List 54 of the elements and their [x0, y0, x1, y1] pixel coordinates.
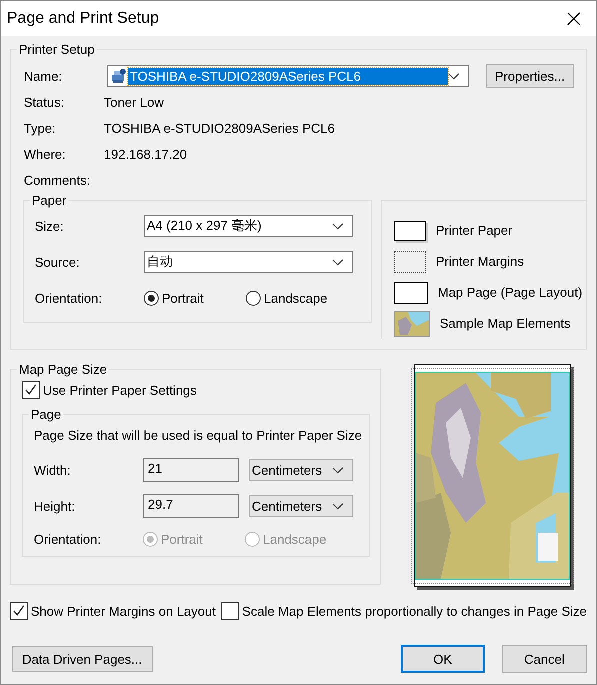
printer-icon — [110, 68, 126, 84]
paper-swatch-icon — [394, 220, 426, 240]
unit-dropdown[interactable]: Centimeters — [249, 459, 353, 481]
caret-icon — [332, 222, 344, 230]
check-icon — [24, 383, 38, 397]
field-label: Size: — [35, 218, 65, 234]
option-checkbox[interactable]: Scale Map Elements proportionally to changes in Page Size — [221, 601, 587, 621]
info-label: Where: — [24, 146, 67, 162]
dialog-button[interactable]: OK — [400, 645, 486, 673]
caret-icon — [448, 72, 460, 80]
dimension-field[interactable]: 21 — [143, 458, 239, 482]
info-label: Status: — [24, 94, 66, 110]
legend-label: Printer Paper — [436, 223, 513, 238]
field-label: Name: — [24, 68, 64, 84]
caret-icon — [332, 502, 344, 510]
info-label: Comments: — [24, 172, 92, 188]
margin-swatch-icon — [394, 250, 426, 272]
caret-icon — [332, 466, 344, 474]
orientation-radio[interactable]: Portrait — [144, 290, 246, 306]
option-checkbox[interactable]: Show Printer Margins on Layout — [10, 601, 222, 621]
info-label: Type: — [24, 120, 57, 136]
info-value: TOSHIBA e-STUDIO2809ASeries PCL6 — [104, 120, 335, 136]
field-label: Source: — [35, 254, 81, 270]
caret-icon — [332, 258, 344, 266]
field-label: Orientation: — [34, 532, 102, 546]
printer-name: TOSHIBA e-STUDIO2809ASeries PCL6 — [128, 68, 448, 84]
check-icon — [12, 604, 26, 618]
group-title: Paper — [31, 193, 68, 208]
dimension-field[interactable]: 29.7 — [143, 494, 239, 518]
window-title: Page and Print Setup — [7, 10, 160, 28]
page-size-note: Page Size that will be used is equal to Printer Paper Size — [33, 427, 364, 445]
paper-source-dropdown[interactable]: 自动 — [144, 251, 353, 273]
field-label: Orientation: — [35, 290, 104, 306]
info-value: Toner Low — [104, 94, 164, 110]
paper-size-dropdown[interactable]: A4 (210 x 297 毫米) — [144, 215, 353, 237]
map-icon — [394, 310, 430, 336]
legend-label: Map Page (Page Layout) — [438, 285, 583, 300]
group-title: Printer Setup — [18, 42, 96, 57]
legend-label: Sample Map Elements — [440, 316, 571, 331]
group-title: Page — [30, 407, 62, 422]
use-printer-paper-checkbox[interactable]: Use Printer Paper Settings — [11, 379, 380, 401]
field-label: Width: — [34, 462, 72, 478]
field-label: Height: — [34, 498, 76, 514]
info-value: 192.168.17.20 — [104, 146, 188, 162]
page-swatch-icon — [394, 282, 428, 304]
dialog-button[interactable]: Cancel — [502, 645, 587, 673]
legend-label: Printer Margins — [436, 254, 524, 269]
properties-button[interactable]: Properties... — [486, 64, 574, 88]
group-title: Map Page Size — [18, 362, 108, 377]
close-icon[interactable] — [567, 12, 581, 26]
orientation-radio[interactable]: Landscape — [246, 290, 348, 306]
unit-dropdown[interactable]: Centimeters — [249, 495, 353, 517]
printer-dropdown[interactable]: TOSHIBA e-STUDIO2809ASeries PCL6 — [107, 65, 469, 87]
dialog-button[interactable]: Data Driven Pages... — [12, 646, 153, 672]
